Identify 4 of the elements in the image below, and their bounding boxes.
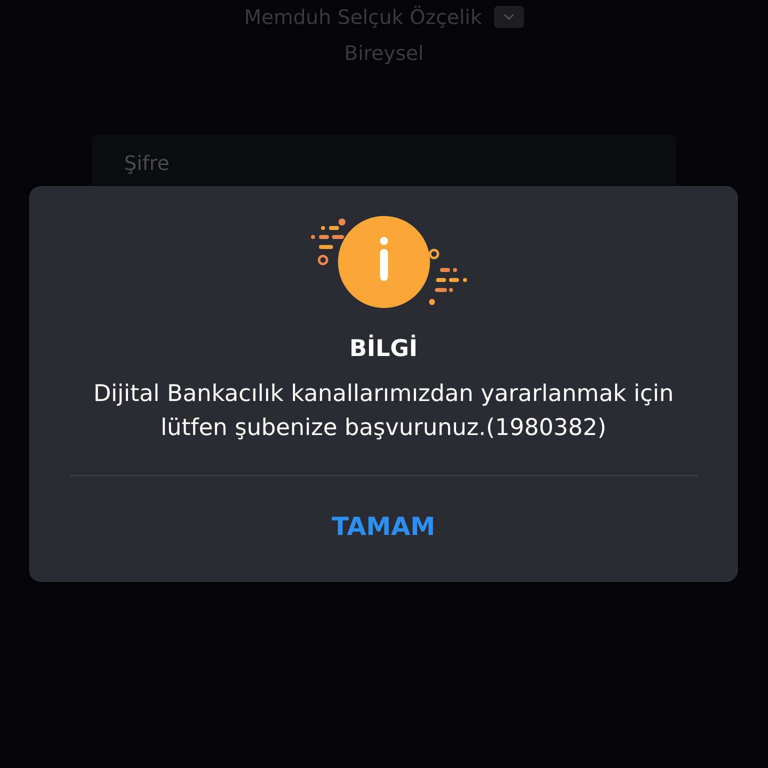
dialog-title: BİLGİ <box>349 334 418 364</box>
ok-button[interactable]: TAMAM <box>316 504 452 549</box>
dialog-message: Dijital Bankacılık kanallarımızdan yararlanmak için lütfen şubenize başvurunuz.(1980382) <box>92 380 675 442</box>
dropdown-button[interactable] <box>494 6 524 28</box>
